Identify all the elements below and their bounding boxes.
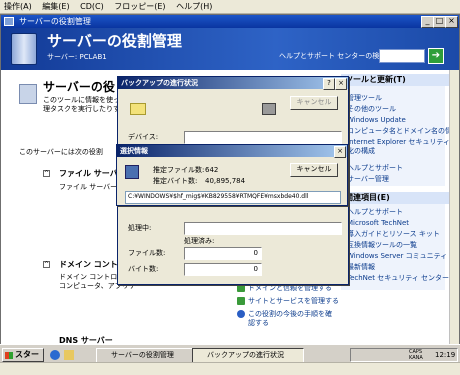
- collapse-icon[interactable]: ^: [43, 261, 50, 268]
- collapse-icon[interactable]: ^: [43, 170, 50, 177]
- window-titlebar[interactable]: サーバーの役割管理 _ □ ×: [1, 15, 459, 28]
- selection-info-dialog: 選択情報 × 推定ファイル数: 642 推定バイト数: 40,895,784 キ…: [116, 144, 348, 206]
- vm-menu-bar: 操作(A) 編集(E) CD(C) フロッピー(E) ヘルプ(H): [0, 0, 460, 14]
- file-count-label: ファイル数:: [128, 249, 166, 257]
- backup-drive-icon: [262, 103, 276, 115]
- folder-icon: [130, 103, 146, 115]
- server-manage-link[interactable]: サーバー管理: [347, 175, 389, 184]
- window-icon: [4, 17, 14, 26]
- file-server-desc: ファイル サーバーは: [59, 183, 125, 191]
- related-item[interactable]: Microsoft TechNet: [347, 219, 409, 228]
- related-panel: ヘルプとサポート Microsoft TechNet 導入ガイドとリソース キッ…: [341, 204, 449, 290]
- dc-desc-1: ドメイン コントロー: [59, 273, 125, 281]
- intro-text-1: このツールに情報を使って: [43, 96, 127, 104]
- est-files-label: 推定ファイル数:: [153, 166, 205, 174]
- processed-label: 処理済み:: [184, 237, 215, 245]
- menu-action[interactable]: 操作(A): [0, 0, 36, 14]
- backup-dialog-title: バックアップの進行状況: [121, 79, 198, 87]
- related-item[interactable]: 導入ガイドとリソース キット: [347, 230, 440, 239]
- close-button[interactable]: ×: [445, 16, 458, 28]
- menu-edit[interactable]: 編集(E): [38, 0, 73, 14]
- related-item[interactable]: 互換情報ツールの一覧: [347, 241, 417, 250]
- server-icon: [11, 33, 37, 65]
- selection-dialog-titlebar[interactable]: 選択情報: [117, 145, 347, 157]
- action-link[interactable]: ドメインと信頼を管理する: [248, 284, 332, 292]
- est-files-value: 642: [205, 166, 219, 174]
- tools-item[interactable]: コンピュータ名とドメイン名の情報: [347, 127, 459, 136]
- backup-cancel-button[interactable]: キャンセル: [290, 96, 338, 110]
- menu-help[interactable]: ヘルプ(H): [172, 0, 216, 14]
- menu-floppy[interactable]: フロッピー(E): [110, 0, 169, 14]
- vm-status-bar: [0, 362, 460, 375]
- green-arrow-icon: [237, 297, 245, 305]
- quick-launch-explorer-icon[interactable]: [64, 350, 74, 360]
- arrow-right-icon[interactable]: ➔: [428, 48, 444, 64]
- computer-icon: [125, 165, 139, 179]
- help-icon: [237, 310, 245, 318]
- green-arrow-icon: [237, 284, 245, 292]
- action-link[interactable]: この役割の今後の手順を確: [248, 310, 332, 318]
- server-name: サーバー: PCLAB1: [47, 53, 107, 61]
- action-manage-domains[interactable]: ドメインと信頼を管理する: [237, 284, 332, 293]
- header-banner: サーバーの役割管理 サーバー: PCLAB1 ヘルプとサポート センターの検索(…: [1, 28, 459, 70]
- windows-logo-icon: [5, 352, 13, 359]
- window-title: サーバーの役割管理: [19, 17, 91, 26]
- vertical-scrollbar[interactable]: [449, 70, 459, 344]
- byte-count-field: 0: [184, 263, 262, 276]
- tools-item[interactable]: 化の構成: [347, 147, 375, 156]
- file-count-field: 0: [184, 247, 262, 260]
- help-search-input[interactable]: [379, 49, 425, 63]
- clock[interactable]: 12:19: [435, 351, 455, 360]
- est-bytes-label: 推定バイト数:: [153, 177, 198, 185]
- action-manage-sites[interactable]: サイトとサービスを管理する: [237, 297, 339, 306]
- related-item[interactable]: Windows Server コミュニティ: [347, 252, 447, 261]
- task-label: サーバーの役割管理: [111, 351, 174, 359]
- task-label: バックアップの進行状況: [207, 351, 284, 359]
- menu-cd[interactable]: CD(C): [76, 0, 108, 14]
- device-label: デバイス:: [128, 133, 159, 141]
- content-heading: サーバーの役: [43, 80, 115, 94]
- related-item[interactable]: TechNet セキュリティ センター: [347, 274, 449, 283]
- close-button[interactable]: ×: [334, 146, 346, 158]
- byte-count-label: バイト数:: [128, 265, 159, 273]
- est-bytes-value: 40,895,784: [205, 177, 246, 185]
- processing-label: 処理中:: [128, 224, 152, 232]
- help-button[interactable]: ?: [323, 78, 335, 90]
- system-tray: CAPS KANA 12:19: [350, 348, 458, 362]
- file-count-value: 0: [253, 249, 258, 257]
- byte-count-value: 0: [253, 265, 258, 273]
- action-link[interactable]: サイトとサービスを管理する: [248, 297, 339, 305]
- close-button[interactable]: ×: [335, 78, 347, 90]
- support-link[interactable]: ヘルプとサポート: [347, 164, 403, 173]
- related-panel-header: 関連項目(E): [341, 192, 449, 204]
- server-roles-text: このサーバーには次の役割: [19, 148, 103, 156]
- roles-icon: [19, 84, 37, 104]
- device-field: [184, 131, 342, 144]
- tools-item[interactable]: Internet Explorer セキュリティ強: [347, 138, 457, 147]
- banner-title: サーバーの役割管理: [47, 32, 182, 50]
- quick-launch-ie-icon[interactable]: [50, 350, 60, 360]
- start-button[interactable]: スタート: [2, 348, 44, 371]
- tools-item[interactable]: Windows Update: [347, 116, 406, 125]
- tools-item[interactable]: 管理ツール: [347, 94, 382, 103]
- action-next-steps[interactable]: この役割の今後の手順を確: [237, 310, 332, 319]
- tools-panel-header: ツールと更新(T): [341, 74, 449, 86]
- related-item[interactable]: 最新情報: [347, 263, 375, 272]
- tools-panel: 管理ツール その他のツール Windows Update コンピュータ名とドメイ…: [341, 86, 459, 186]
- ime-kana[interactable]: KANA: [409, 355, 423, 361]
- tools-item[interactable]: その他のツール: [347, 105, 396, 114]
- selection-dialog-title: 選択情報: [120, 147, 148, 155]
- action-link-continued[interactable]: 認する: [248, 319, 269, 328]
- related-item[interactable]: ヘルプとサポート: [347, 208, 403, 217]
- processing-field: [184, 222, 342, 235]
- current-file-path: C:¥WINDOWS¥$hf_mig$¥KB829558¥RTMQFE¥msxb…: [125, 191, 341, 204]
- selection-cancel-button[interactable]: キャンセル: [290, 163, 338, 177]
- backup-dialog-titlebar[interactable]: バックアップの進行状況: [118, 77, 348, 89]
